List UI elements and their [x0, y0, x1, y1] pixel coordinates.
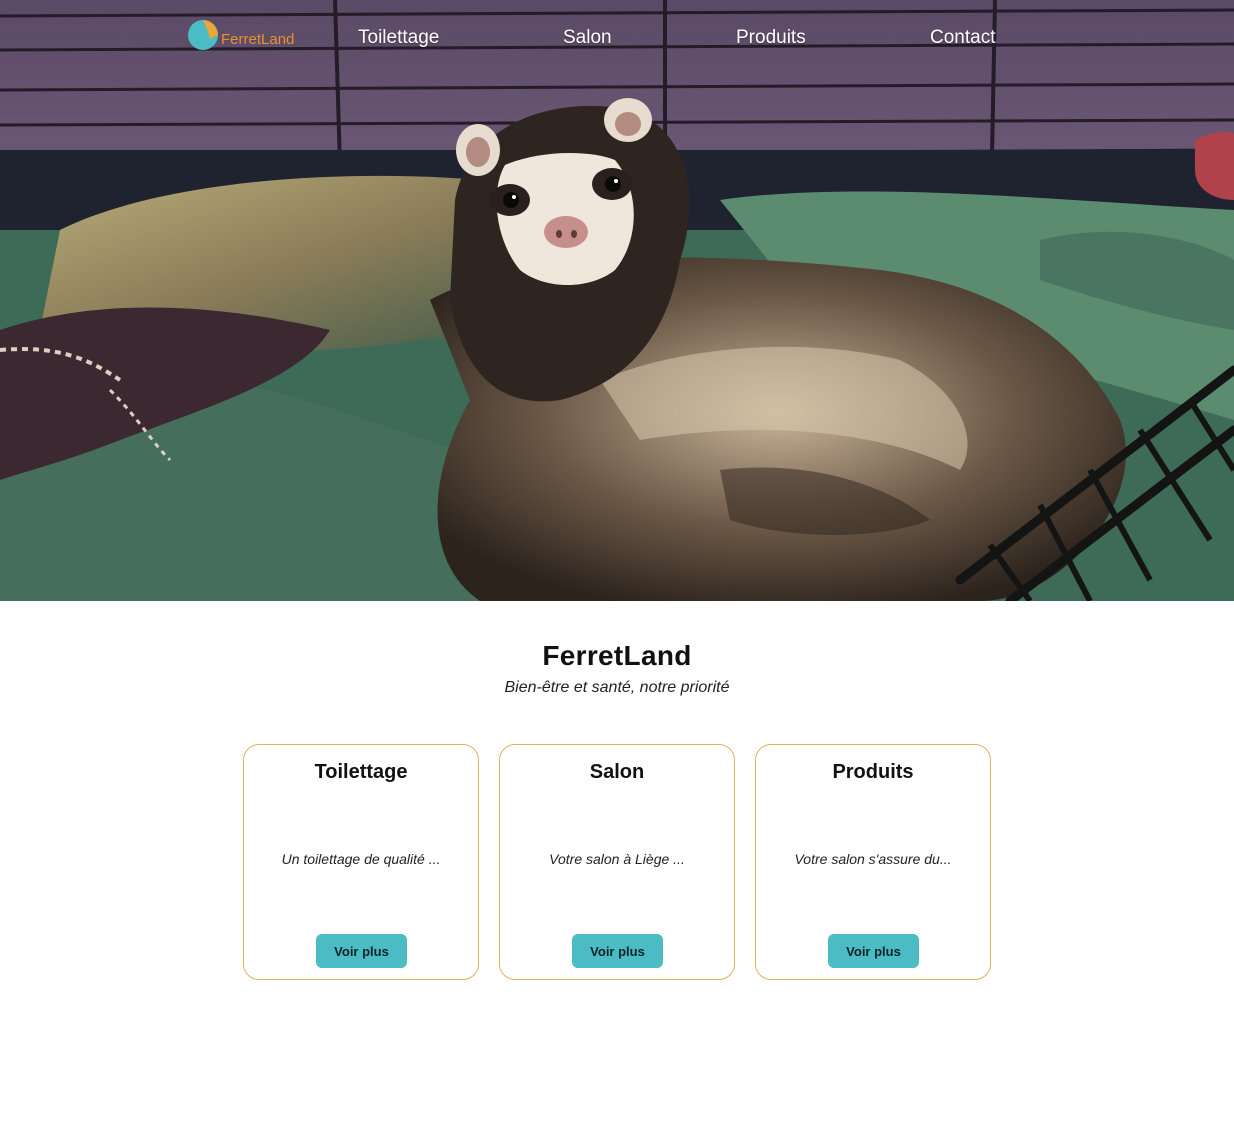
main-navigation: FerretLand Toilettage Salon Produits Con… — [0, 0, 1234, 76]
card-title: Produits — [832, 761, 914, 783]
page-tagline: Bien-être et santé, notre priorité — [504, 679, 730, 696]
card-toilettage: Toilettage Un toilettage de qualité ... … — [243, 744, 479, 980]
nav-link-salon[interactable]: Salon — [563, 27, 612, 49]
logo-link[interactable]: FerretLand — [186, 18, 294, 52]
card-text: Votre salon s'assure du... — [794, 851, 952, 867]
logo-icon — [188, 20, 218, 50]
voir-plus-button-produits[interactable]: Voir plus — [828, 934, 919, 968]
page-title: FerretLand — [542, 640, 692, 671]
nav-link-produits[interactable]: Produits — [736, 27, 806, 49]
card-title: Salon — [589, 761, 645, 783]
card-text: Un toilettage de qualité ... — [281, 851, 441, 867]
logo-text: FerretLand — [221, 30, 295, 48]
nav-link-toilettage[interactable]: Toilettage — [358, 27, 439, 49]
hero-banner: FerretLand Toilettage Salon Produits Con… — [0, 0, 1234, 601]
voir-plus-button-toilettage[interactable]: Voir plus — [316, 934, 407, 968]
card-produits: Produits Votre salon s'assure du... Voir… — [755, 744, 991, 980]
hero-ferret-image — [0, 0, 1234, 601]
card-text: Votre salon à Liège ... — [549, 851, 685, 867]
card-title: Toilettage — [314, 761, 408, 783]
voir-plus-button-salon[interactable]: Voir plus — [572, 934, 663, 968]
nav-link-contact[interactable]: Contact — [930, 27, 995, 49]
card-salon: Salon Votre salon à Liège ... Voir plus — [499, 744, 735, 980]
